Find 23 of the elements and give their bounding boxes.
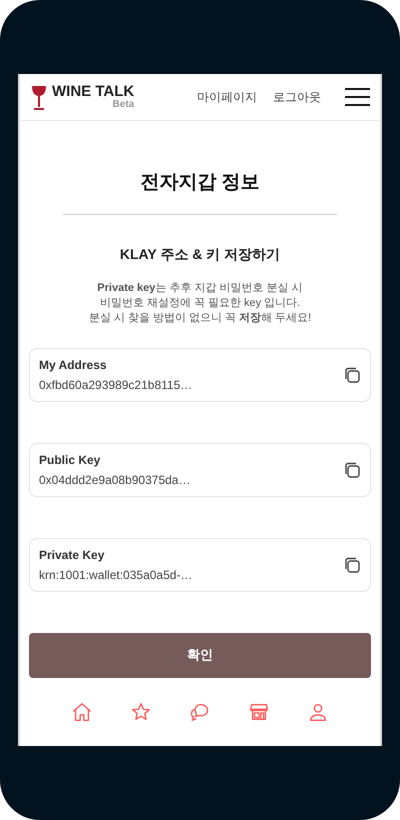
copy-icon[interactable] — [343, 556, 361, 574]
notice-text: Private key는 추후 지갑 비밀번호 분실 시 — [97, 280, 303, 296]
field-value: 0xfbd60a293989c21b8115… — [39, 376, 194, 394]
field-label: Public Key — [39, 452, 102, 468]
nav-link[interactable]: 마이페이지 — [197, 88, 257, 106]
wine-glass-icon — [30, 83, 48, 111]
copy-icon[interactable] — [343, 460, 361, 478]
home-icon[interactable] — [71, 700, 94, 723]
copy-icon[interactable] — [343, 366, 361, 384]
page-title: 전자지갑 정보 — [139, 171, 261, 195]
beta-label: Beta — [112, 100, 134, 110]
star-icon[interactable] — [130, 700, 152, 723]
field-value: krn:1001:wallet:035a0a5d-… — [39, 566, 194, 584]
notice-text: 분실 시 찾을 방법이 없으니 꼭 저장해 두세요! — [88, 310, 312, 326]
field-label: Private Key — [39, 546, 106, 564]
section-title: KLAY 주소 & 키 저장하기 — [118, 244, 282, 264]
menu-icon[interactable] — [345, 87, 370, 107]
brand-logo[interactable]: WINE TALK — [52, 84, 134, 100]
field-value: 0x04ddd2e9a08b90375da… — [39, 472, 192, 488]
notice-text: 비밀번호 재설정에 꼭 필요한 key 입니다. — [100, 296, 300, 310]
confirm-button[interactable]: 확인 — [29, 632, 371, 678]
field-label: My Address — [39, 356, 108, 374]
nav-link[interactable]: 로그아웃 — [273, 88, 321, 106]
